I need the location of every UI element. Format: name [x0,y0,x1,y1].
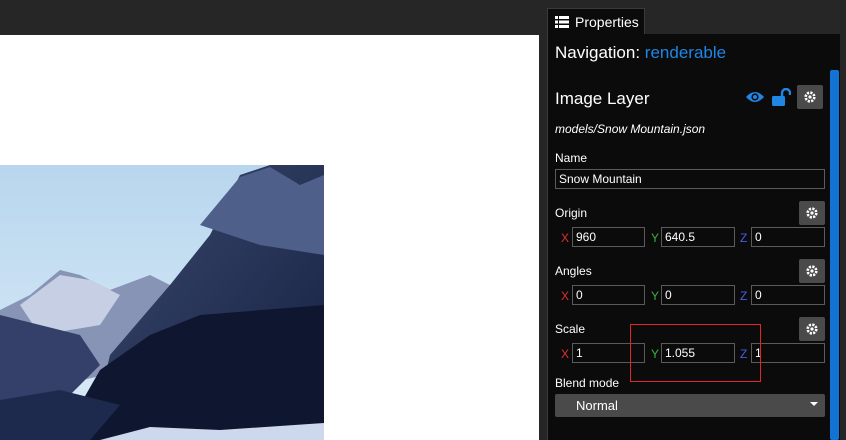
name-input[interactable] [555,169,825,189]
panel-scrollbar[interactable] [830,70,839,440]
layer-settings-button[interactable] [797,85,823,109]
canvas-viewport[interactable] [0,35,539,440]
origin-label: Origin [555,206,588,220]
navigation-label: Navigation: [555,43,641,62]
origin-y-input[interactable] [661,227,735,247]
origin-z-axis-label: Z [740,231,748,245]
angles-x-axis-label: X [561,289,570,303]
mountain-photo [0,165,324,440]
blend-mode-value: Normal [576,398,618,413]
scale-x-axis-label: X [561,347,570,361]
angles-label: Angles [555,264,592,278]
angles-y-axis-label: Y [651,289,660,303]
origin-x-input[interactable] [572,227,645,247]
eye-icon[interactable] [745,90,765,104]
scale-settings-button[interactable] [799,317,825,341]
angles-y-input[interactable] [661,285,735,305]
top-bar [0,0,846,35]
file-path: models/Snow Mountain.json [555,122,706,136]
origin-settings-button[interactable] [799,201,825,225]
gear-icon [804,91,816,103]
caret-down-icon [810,402,818,406]
snow-mountain-image[interactable] [0,165,324,440]
angles-z-input[interactable] [751,285,825,305]
origin-y-axis-label: Y [651,231,660,245]
angles-z-axis-label: Z [740,289,748,303]
tab-properties[interactable]: Properties [547,8,645,35]
lock-open-icon[interactable] [771,88,791,107]
gear-icon [806,323,818,335]
angles-x-input[interactable] [572,285,645,305]
tab-label: Properties [575,14,639,30]
angles-settings-button[interactable] [799,259,825,283]
blend-mode-select[interactable]: Normal [555,394,825,417]
highlight-box [630,324,761,382]
scale-label: Scale [555,322,586,336]
layer-title: Image Layer [555,89,650,108]
gear-icon [806,207,818,219]
name-label: Name [555,151,588,165]
navigation-line: Navigation: renderable [555,43,726,63]
origin-x-axis-label: X [561,231,570,245]
origin-z-input[interactable] [751,227,825,247]
blend-mode-label: Blend mode [555,376,620,390]
navigation-value[interactable]: renderable [645,43,726,62]
gear-icon [806,265,818,277]
list-icon [555,16,569,28]
scale-z-input[interactable] [751,343,825,363]
